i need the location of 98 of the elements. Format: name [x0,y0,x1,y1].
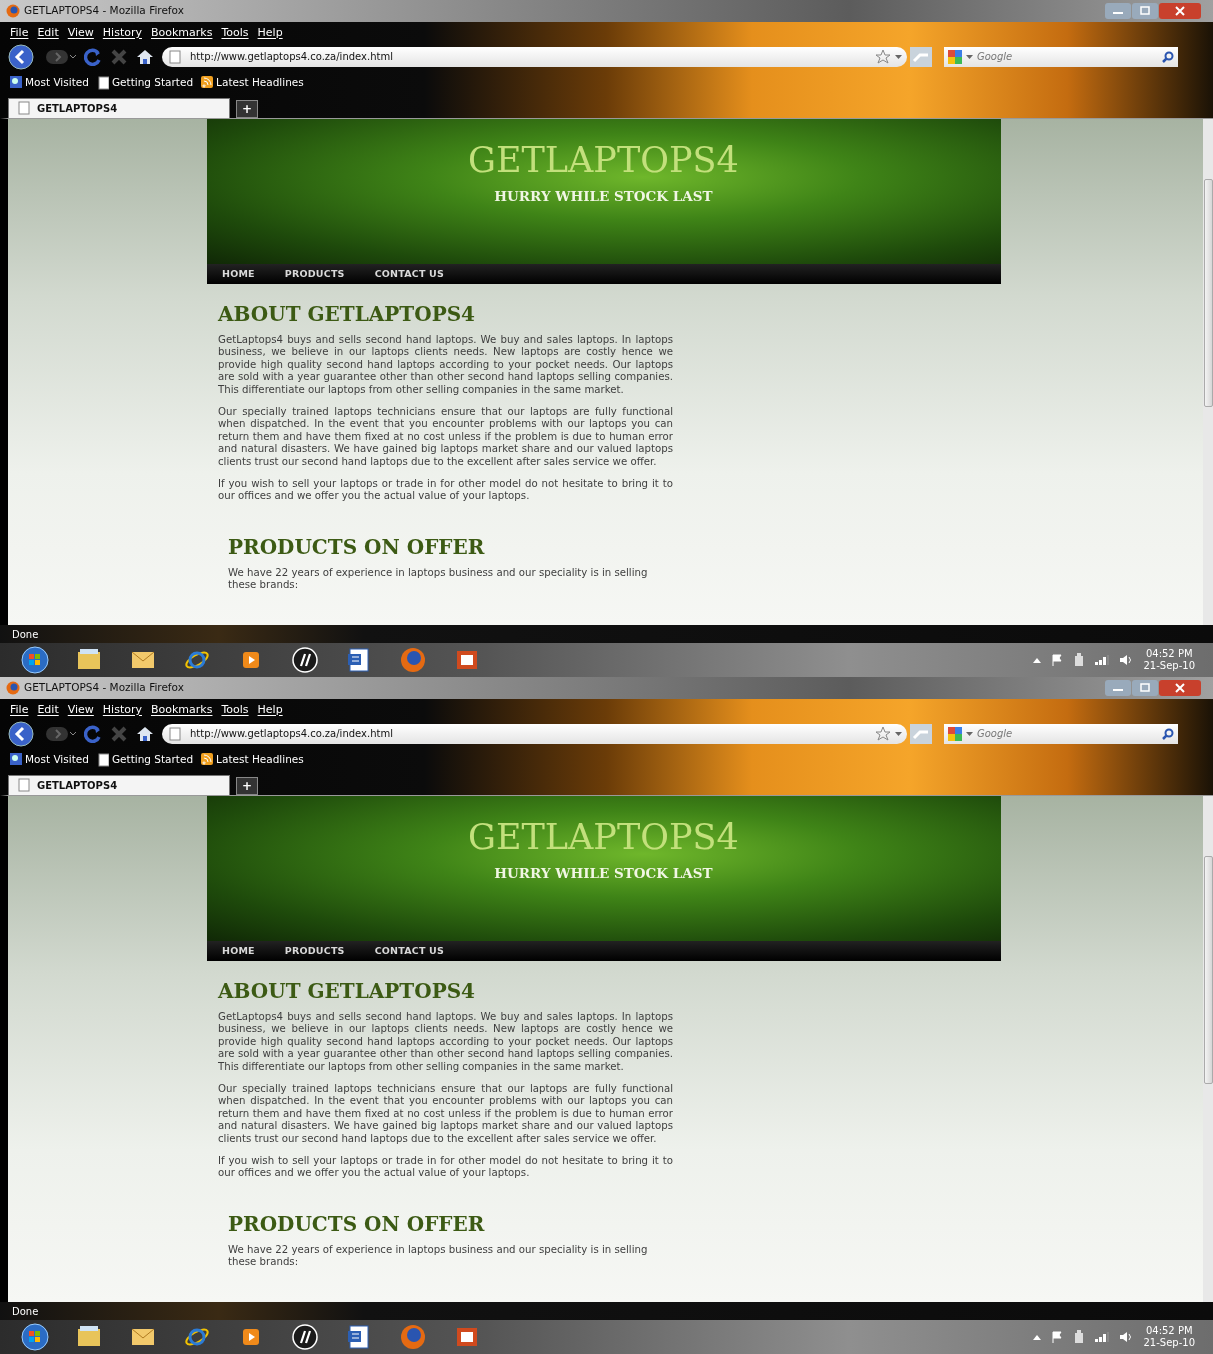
search-field[interactable]: Google [944,723,1178,744]
search-field[interactable]: Google [944,46,1178,67]
section-heading: PRODUCTS ON OFFER [227,1210,486,1238]
menu-item[interactable]: Bookmarks [151,24,213,42]
nav-link[interactable]: HOME [222,943,255,958]
scrollbar[interactable] [1203,795,1213,1303]
home-icon[interactable] [136,47,154,66]
page-icon [96,75,109,90]
flag-icon[interactable] [1051,654,1064,667]
clock[interactable]: 04:52 PM 21-Sep-10 [1143,648,1195,673]
maximize-icon[interactable] [1132,2,1158,19]
bookmark-link[interactable]: Most Visited [10,75,89,91]
menu-item[interactable]: Edit [37,701,59,719]
nav-link[interactable]: CONTACT US [374,943,445,958]
speaker-icon[interactable] [1119,654,1134,667]
maximize-icon[interactable] [1132,679,1158,696]
address-field[interactable]: http://www.getlaptops4.co.za/index.html [162,723,907,744]
paragraph: GetLaptops4 buys and sells second hand laptops. We buy and sales laptops. In laptops business, we believe in our laptops clients needs. New laptops are costly hence we provide high quality second hand laptops according to your pocket needs. Our laptops are sold with a year guarantee other than other second hand laptops selling companies. This differentiate our laptops from other selling companies in the same market. [218,1010,673,1073]
site-tagline: HURRY WHILE STOCK LAST [494,186,713,206]
menu-item[interactable]: History [102,701,142,719]
nav-link[interactable]: HOME [222,266,255,281]
dropdown-icon [966,53,973,60]
paragraph: Our specially trained laptops technicians ensure that our laptops are fully functional when dispatched. In the event that you encounter problems with our laptops you can return them and have them fixed at no cost unless if the problem is due to human error and natural disasters. We have gained big laptops market share and our valued laptops clients trust our second hand laptops due to the excellent after sales service we offer. [218,1082,673,1145]
bookmark-link[interactable]: Getting Started [96,752,194,768]
bookmark-link[interactable]: Latest Headlines [201,752,304,768]
nav-link[interactable]: PRODUCTS [284,266,345,281]
bookmark-link[interactable]: Getting Started [96,75,194,91]
clock[interactable]: 04:52 PM 21-Sep-10 [1143,1325,1195,1350]
dropdown-icon[interactable] [895,53,902,60]
menu-item[interactable]: History [102,24,142,42]
up-arrow-icon[interactable] [1033,657,1042,664]
bookmark-icon [10,752,22,767]
menu-item[interactable]: View [67,24,94,42]
forward-icon[interactable] [46,724,76,743]
menu-item[interactable]: Tools [221,701,249,719]
address-field[interactable]: http://www.getlaptops4.co.za/index.html [162,46,907,67]
page-icon [96,752,109,767]
page-icon [168,726,182,741]
paragraph: GetLaptops4 buys and sells second hand laptops. We buy and sales laptops. In laptops business, we believe in our laptops clients needs. New laptops are costly hence we provide high quality second hand laptops according to your pocket needs. Our laptops are sold with a year guarantee other than other second hand laptops selling companies. This differentiate our laptops from other selling companies in the same market. [218,333,673,396]
menu-item[interactable]: File [10,24,29,42]
bookmark-link[interactable]: Latest Headlines [201,75,304,91]
speaker-icon[interactable] [1119,1331,1134,1344]
signal-icon[interactable] [1095,1332,1110,1343]
status-text: Done [12,627,39,642]
new-tab-button[interactable]: + [236,776,258,795]
paragraph: We have 22 years of experience in laptops business and our speciality is in selling these brands: [228,1243,649,1269]
status-text: Done [12,1304,39,1319]
menu-item[interactable]: Bookmarks [151,701,213,719]
window-title: GETLAPTOPS4 - Mozilla Firefox [24,680,184,696]
section-heading: PRODUCTS ON OFFER [227,533,486,561]
dropdown-icon[interactable] [895,730,902,737]
menu-item[interactable]: Help [257,24,283,42]
menu-item[interactable]: Edit [37,24,59,42]
nav-link[interactable]: CONTACT US [374,266,445,281]
flag-icon[interactable] [1051,1331,1064,1344]
section-heading: ABOUT GETLAPTOPS4 [216,977,477,1005]
up-arrow-icon[interactable] [1033,1334,1042,1341]
scrollbar[interactable] [1203,118,1213,626]
paragraph: We have 22 years of experience in laptops business and our speciality is in selling these brands: [228,566,649,592]
paragraph: If you wish to sell your laptops or trade in for other model do not hesitate to bring it to our offices and we offer you the actual value of your laptops. [218,1154,673,1180]
minimize-icon[interactable] [1105,679,1131,696]
menu-item[interactable]: File [10,701,29,719]
reload-icon[interactable] [84,724,102,743]
menu-item[interactable]: View [67,701,94,719]
home-icon[interactable] [136,724,154,743]
search-input[interactable]: Google [977,49,1158,65]
search-input[interactable]: Google [977,726,1158,742]
menu-item[interactable]: Help [257,701,283,719]
signal-icon[interactable] [1095,655,1110,666]
search-icon [1162,727,1174,740]
page-icon [168,49,182,64]
browser-tab[interactable]: GETLAPTOPS4 [8,97,230,118]
browser-tab[interactable]: GETLAPTOPS4 [8,774,230,795]
new-tab-button[interactable]: + [236,99,258,118]
reload-icon[interactable] [84,47,102,66]
bookmark-link[interactable]: Most Visited [10,752,89,768]
site-title: GETLAPTOPS4 [468,819,739,855]
paragraph: If you wish to sell your laptops or trade in for other model do not hesitate to bring it to our offices and we offer you the actual value of your laptops. [218,477,673,503]
bookmark-icon [10,75,22,90]
menu-item[interactable]: Tools [221,24,249,42]
page-icon [17,778,31,793]
search-icon [1162,50,1174,63]
dropdown-icon [966,730,973,737]
close-icon[interactable] [1159,679,1201,696]
start-button-icon[interactable] [21,646,49,675]
star-icon[interactable] [875,725,891,742]
star-icon[interactable] [875,48,891,65]
window-title: GETLAPTOPS4 - Mozilla Firefox [24,3,184,19]
site-title: GETLAPTOPS4 [468,142,739,178]
forward-icon[interactable] [46,47,76,66]
section-heading: ABOUT GETLAPTOPS4 [216,300,477,328]
paragraph: Our specially trained laptops technicians ensure that our laptops are fully functional when dispatched. In the event that you encounter problems with our laptops you can return them and have them fixed at no cost unless if the problem is due to human error and natural disasters. We have gained big laptops market share and our valued laptops clients trust our second hand laptops due to the excellent after sales service we offer. [218,405,673,468]
nav-link[interactable]: PRODUCTS [284,943,345,958]
close-icon[interactable] [1159,2,1201,19]
minimize-icon[interactable] [1105,2,1131,19]
site-tagline: HURRY WHILE STOCK LAST [494,863,713,883]
start-button-icon[interactable] [21,1323,49,1352]
page-icon [17,101,31,116]
